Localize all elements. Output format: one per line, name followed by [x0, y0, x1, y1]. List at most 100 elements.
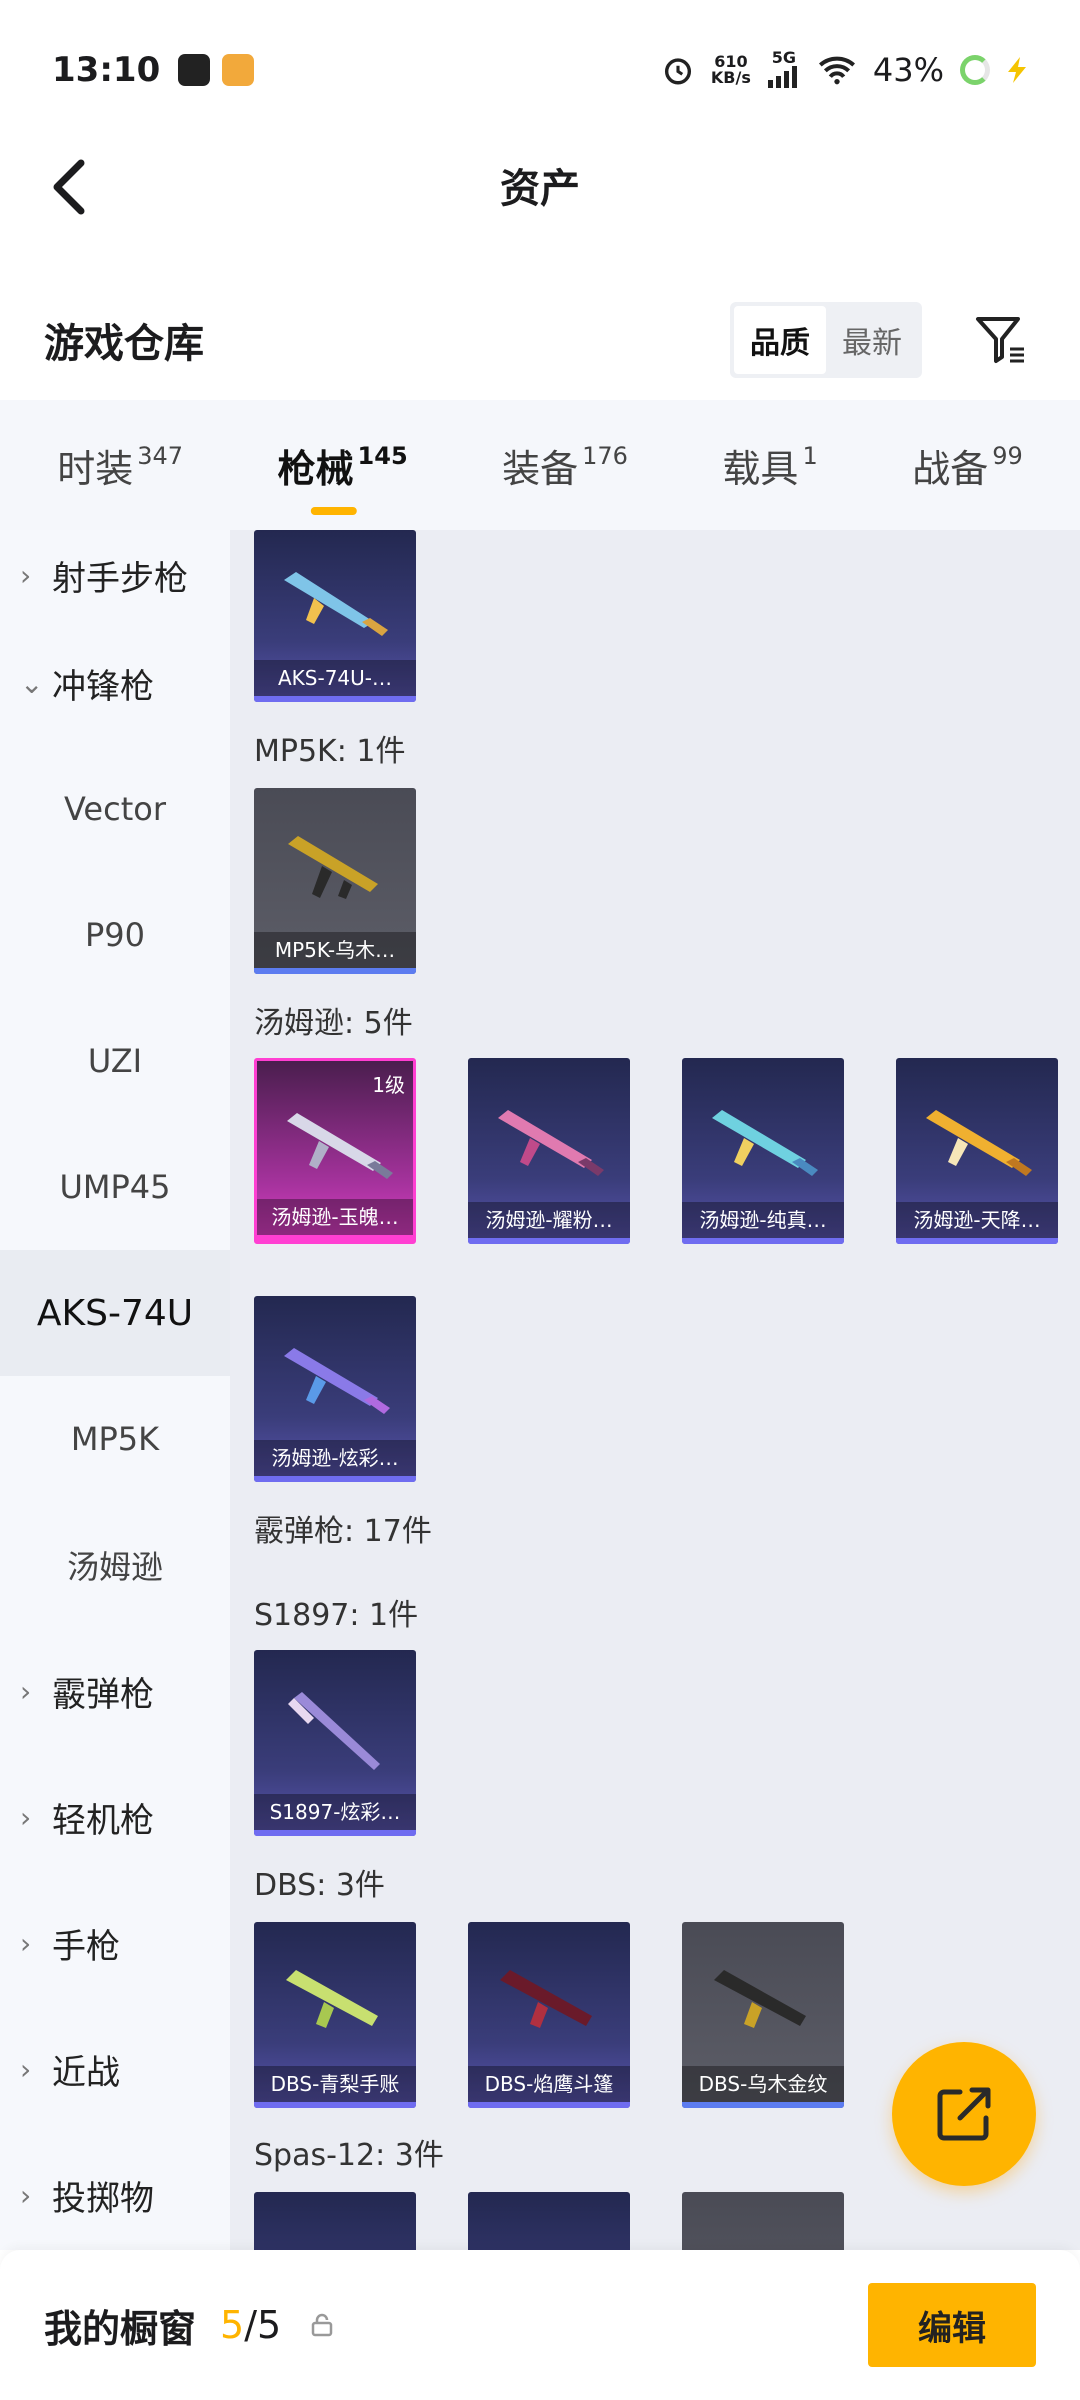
rifle-icon — [712, 1110, 818, 1176]
smg-icon — [288, 836, 378, 899]
notification-app-icon — [222, 54, 255, 86]
section-title-s1897: S1897: 1件 — [254, 1598, 419, 1633]
signal-icon — [767, 65, 797, 88]
section-title-spas12: Spas-12: 3件 — [254, 2138, 444, 2173]
chevron-right-icon: › — [20, 2052, 32, 2086]
sort-quality-button[interactable]: 品质 — [734, 306, 826, 374]
skin-card[interactable]: DBS-焰鹰斗篷 — [468, 1922, 630, 2108]
skin-card[interactable]: 汤姆逊-耀粉… — [468, 1058, 630, 1244]
sort-newest-button[interactable]: 最新 — [826, 306, 918, 374]
skin-card[interactable]: MP5K-乌木… — [254, 788, 416, 974]
sidebar-item-melee[interactable]: › 近战 — [0, 2006, 230, 2132]
page-header: 资产 — [0, 130, 1080, 240]
rarity-stripe — [468, 2102, 630, 2108]
skin-card[interactable]: 汤姆逊-炫彩… — [254, 1296, 416, 1482]
sidebar-item-aks74u[interactable]: AKS-74U — [0, 1250, 230, 1376]
battery-percent: 43% — [872, 51, 944, 89]
sidebar-item-label: 轻机枪 — [52, 1800, 154, 1841]
rarity-stripe — [896, 1238, 1058, 1244]
skin-card[interactable]: DBS-乌木金纹 — [682, 1922, 844, 2108]
share-fab-button[interactable] — [892, 2042, 1036, 2186]
alarm-icon — [664, 58, 691, 85]
back-button[interactable] — [34, 152, 104, 222]
skin-card-label: 汤姆逊-玉魄… — [257, 1199, 413, 1235]
skin-card-label: MP5K-乌木… — [254, 932, 416, 968]
chevron-down-icon: ⌄ — [20, 666, 44, 700]
sidebar-item-uzi[interactable]: UZI — [0, 998, 230, 1124]
skin-card[interactable]: 汤姆逊-天降… — [896, 1058, 1058, 1244]
sidebar-item-marksman-rifle[interactable]: › 射手步枪 — [0, 530, 230, 620]
sidebar-item-p90[interactable]: P90 — [0, 872, 230, 998]
tab-guns[interactable]: 枪械 145 — [272, 438, 414, 493]
sidebar-item-pistol[interactable]: › 手枪 — [0, 1880, 230, 2006]
chevron-right-icon: › — [20, 1800, 32, 1834]
rarity-stripe — [254, 1476, 416, 1482]
net-speed: 610 KB/s — [710, 52, 751, 87]
sidebar-item-label: 霰弹枪 — [52, 1674, 154, 1715]
share-icon — [937, 2087, 991, 2141]
skin-card-label: 汤姆逊-纯真… — [682, 1202, 844, 1238]
sidebar-item-ump45[interactable]: UMP45 — [0, 1124, 230, 1250]
section-title-shotgun: 霰弹枪: 17件 — [254, 1514, 432, 1549]
skin-card[interactable] — [468, 2192, 630, 2250]
sidebar-item-throwable[interactable]: › 投掷物 — [0, 2132, 230, 2258]
rifle-icon — [284, 572, 388, 636]
skin-card-label: S1897-炫彩… — [254, 1794, 416, 1830]
rarity-stripe — [682, 2102, 844, 2108]
sidebar-item-label: 投掷物 — [52, 2178, 154, 2219]
skin-card[interactable] — [682, 2192, 844, 2250]
section-title-dbs: DBS: 3件 — [254, 1868, 385, 1903]
weapon-category-sidebar: › 射手步枪 ⌄ 冲锋枪 Vector P90 UZI UMP45 AKS-74… — [0, 530, 230, 2250]
network-type: 5G — [767, 49, 801, 91]
shotgun-icon — [500, 1970, 592, 2028]
skin-card[interactable]: 汤姆逊-纯真… — [682, 1058, 844, 1244]
lock-icon — [311, 2313, 333, 2337]
chevron-left-icon — [53, 159, 85, 215]
filter-button[interactable] — [966, 305, 1036, 375]
category-tabs: 时装 347 枪械 145 装备 176 载具 1 战备 99 — [0, 400, 1080, 530]
shotgun-icon — [286, 1970, 378, 2028]
chevron-right-icon: › — [20, 1674, 32, 1708]
sidebar-item-shotgun[interactable]: › 霰弹枪 — [0, 1628, 230, 1754]
sidebar-item-vector[interactable]: Vector — [0, 746, 230, 872]
skin-card[interactable]: AKS-74U-… — [254, 530, 416, 702]
shotgun-icon — [288, 1692, 380, 1770]
warehouse-title: 游戏仓库 — [44, 321, 204, 367]
tab-fashion[interactable]: 时装 347 — [51, 438, 189, 493]
sidebar-item-label: 射手步枪 — [52, 558, 188, 599]
sidebar-item-label: 冲锋枪 — [52, 666, 154, 707]
section-title-thompson: 汤姆逊: 5件 — [254, 1006, 413, 1041]
sidebar-item-label: 近战 — [52, 2052, 120, 2093]
tab-vehicles[interactable]: 载具 1 — [716, 438, 823, 493]
skin-card-label: 汤姆逊-炫彩… — [254, 1440, 416, 1476]
rifle-icon — [498, 1110, 604, 1176]
rarity-stripe — [254, 1830, 416, 1836]
battery-icon — [960, 55, 990, 85]
rifle-icon — [287, 1113, 393, 1179]
skin-card-label: DBS-焰鹰斗篷 — [468, 2066, 630, 2102]
skin-card-label: DBS-青梨手账 — [254, 2066, 416, 2102]
tab-supplies[interactable]: 战备 99 — [906, 438, 1029, 493]
sidebar-item-smg[interactable]: ⌄ 冲锋枪 — [0, 620, 230, 746]
charging-icon — [1008, 57, 1026, 83]
rarity-stripe — [254, 2102, 416, 2108]
sidebar-item-thompson[interactable]: 汤姆逊 — [0, 1502, 230, 1628]
skin-card[interactable]: DBS-青梨手账 — [254, 1922, 416, 2108]
wifi-icon — [818, 56, 855, 85]
skin-card[interactable]: 1级 汤姆逊-玉魄… — [254, 1058, 416, 1244]
sidebar-item-lmg[interactable]: › 轻机枪 — [0, 1754, 230, 1880]
skin-card-label: DBS-乌木金纹 — [682, 2066, 844, 2102]
filter-icon — [976, 317, 1024, 363]
taobao-app-icon — [178, 54, 211, 86]
sidebar-item-mp5k[interactable]: MP5K — [0, 1376, 230, 1502]
status-bar: 13:10 610 KB/s 5G 43% — [0, 0, 1080, 140]
skin-level-badge: 1级 — [372, 1073, 405, 1097]
rarity-stripe — [468, 1238, 630, 1244]
tab-equipment[interactable]: 装备 176 — [496, 438, 634, 493]
rifle-icon — [284, 1348, 390, 1414]
skin-card-label: AKS-74U-… — [254, 660, 416, 696]
edit-button[interactable]: 编辑 — [868, 2283, 1036, 2367]
skin-card[interactable]: S1897-炫彩… — [254, 1650, 416, 1836]
skin-card[interactable] — [254, 2192, 416, 2250]
weapon-grid: AKS-74U-… MP5K: 1件 MP5K-乌木… 汤姆逊: 5件 1级 汤… — [230, 530, 1080, 2250]
